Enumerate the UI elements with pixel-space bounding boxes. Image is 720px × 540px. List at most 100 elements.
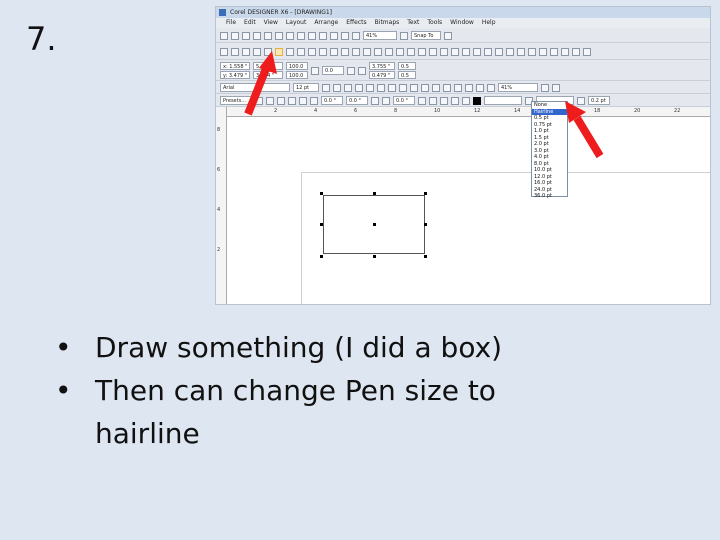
wrap-icon[interactable] — [382, 96, 390, 105]
drop-cap-icon[interactable] — [377, 83, 385, 92]
zoom-field[interactable]: 41% — [363, 31, 397, 40]
duplicate-y-field[interactable]: 0.5 — [398, 71, 416, 79]
artistic-media-icon[interactable] — [495, 47, 503, 56]
lock-ratio-icon[interactable] — [311, 66, 319, 75]
duplicate-x-field[interactable]: 0.5 — [398, 62, 416, 70]
rulers-icon[interactable] — [561, 47, 569, 56]
convert-text-icon[interactable] — [476, 83, 484, 92]
page-width-icon[interactable] — [552, 83, 560, 92]
parallel-drawing-icon[interactable] — [539, 47, 547, 56]
options-icon[interactable] — [444, 31, 452, 40]
drawing-canvas[interactable] — [227, 117, 710, 304]
bullet-icon[interactable] — [366, 83, 374, 92]
zoom-select-icon[interactable] — [487, 83, 495, 92]
outline-color-icon[interactable] — [473, 96, 481, 105]
font-size-field[interactable]: 12 pt — [293, 83, 319, 92]
text-tool-icon[interactable] — [308, 47, 316, 56]
grid-icon[interactable] — [550, 47, 558, 56]
menu-arrange[interactable]: Arrange — [314, 18, 338, 28]
new-icon[interactable] — [220, 31, 228, 40]
pan-tool-icon[interactable] — [517, 47, 525, 56]
callout-tool-icon[interactable] — [352, 47, 360, 56]
shadow-tool-icon[interactable] — [440, 47, 448, 56]
extrude-tool-icon[interactable] — [462, 47, 470, 56]
arrow-end-icon[interactable] — [451, 96, 459, 105]
interactive-fill-icon[interactable] — [396, 47, 404, 56]
menu-tools[interactable]: Tools — [427, 18, 442, 28]
paste-icon[interactable] — [286, 31, 294, 40]
import-icon[interactable] — [319, 31, 327, 40]
angle-field-1[interactable]: 0.0 ° — [321, 96, 343, 105]
selection-handle[interactable] — [373, 192, 376, 195]
full-screen-icon[interactable] — [400, 31, 408, 40]
italic-icon[interactable] — [333, 83, 341, 92]
link-icon[interactable] — [371, 96, 379, 105]
open-icon[interactable] — [231, 31, 239, 40]
spell-check-icon[interactable] — [443, 83, 451, 92]
undo-icon[interactable] — [297, 31, 305, 40]
snap-to-dropdown[interactable]: Snap To — [411, 31, 441, 40]
selection-handle[interactable] — [424, 255, 427, 258]
menu-window[interactable]: Window — [450, 18, 474, 28]
horizontal-text-icon[interactable] — [410, 83, 418, 92]
rotation-angle-field[interactable]: 0.0 — [322, 66, 344, 75]
menu-text[interactable]: Text — [407, 18, 419, 28]
corner-icon[interactable] — [418, 96, 426, 105]
app-launcher-icon[interactable] — [341, 31, 349, 40]
fit-text-icon[interactable] — [454, 83, 462, 92]
menu-edit[interactable]: Edit — [244, 18, 256, 28]
ellipse-tool-icon[interactable] — [286, 47, 294, 56]
selection-handle[interactable] — [424, 223, 427, 226]
properties-icon[interactable] — [583, 47, 591, 56]
selection-handle[interactable] — [424, 192, 427, 195]
object-manager-icon[interactable] — [572, 47, 580, 56]
selection-handle[interactable] — [320, 223, 323, 226]
mirror-vertical-icon[interactable] — [358, 66, 366, 75]
fill-tool-icon[interactable] — [385, 47, 393, 56]
redo-icon[interactable] — [308, 31, 316, 40]
guideline-icon[interactable] — [528, 47, 536, 56]
nudge-field-2[interactable]: 0.479 " — [369, 71, 395, 79]
print-icon[interactable] — [253, 31, 261, 40]
symbol-icon[interactable] — [432, 83, 440, 92]
skew-icon[interactable] — [299, 96, 307, 105]
cut-icon[interactable] — [264, 31, 272, 40]
align-icon[interactable] — [355, 83, 363, 92]
angle-field-2[interactable]: 0.0 ° — [346, 96, 368, 105]
export-icon[interactable] — [330, 31, 338, 40]
rotate-icon[interactable] — [288, 96, 296, 105]
smart-fill-icon[interactable] — [484, 47, 492, 56]
envelope-tool-icon[interactable] — [451, 47, 459, 56]
distort-tool-icon[interactable] — [429, 47, 437, 56]
scale-width-field[interactable]: 100.0 — [286, 62, 308, 70]
projection-icon[interactable] — [310, 96, 318, 105]
zoom-level-field[interactable]: 41% — [498, 83, 538, 92]
transparency-tool-icon[interactable] — [473, 47, 481, 56]
scale-height-field[interactable]: 100.0 — [286, 71, 308, 79]
table-tool-icon[interactable] — [319, 47, 327, 56]
blend-tool-icon[interactable] — [407, 47, 415, 56]
outline-width-dropdown[interactable] — [484, 96, 522, 105]
polygon-tool-icon[interactable] — [297, 47, 305, 56]
style-icon[interactable] — [462, 96, 470, 105]
menu-file[interactable]: File — [226, 18, 236, 28]
selection-handle[interactable] — [373, 255, 376, 258]
angle-field-3[interactable]: 0.0 ° — [393, 96, 415, 105]
welcome-icon[interactable] — [352, 31, 360, 40]
connector-tool-icon[interactable] — [341, 47, 349, 56]
outline-tool-icon[interactable] — [374, 47, 382, 56]
mesh-fill-icon[interactable] — [506, 47, 514, 56]
arrow-start-icon[interactable] — [440, 96, 448, 105]
save-icon[interactable] — [242, 31, 250, 40]
text-wrap-icon[interactable] — [465, 83, 473, 92]
contour-tool-icon[interactable] — [418, 47, 426, 56]
copy-icon[interactable] — [275, 31, 283, 40]
bold-icon[interactable] — [322, 83, 330, 92]
nudge-field-1[interactable]: 3.755 " — [369, 62, 395, 70]
menu-layout[interactable]: Layout — [286, 18, 306, 28]
format-text-icon[interactable] — [388, 83, 396, 92]
shape-tool-icon[interactable] — [231, 47, 239, 56]
menu-help[interactable]: Help — [482, 18, 496, 28]
pen-width-option[interactable]: 36.0 pt — [532, 193, 567, 200]
underline-icon[interactable] — [344, 83, 352, 92]
